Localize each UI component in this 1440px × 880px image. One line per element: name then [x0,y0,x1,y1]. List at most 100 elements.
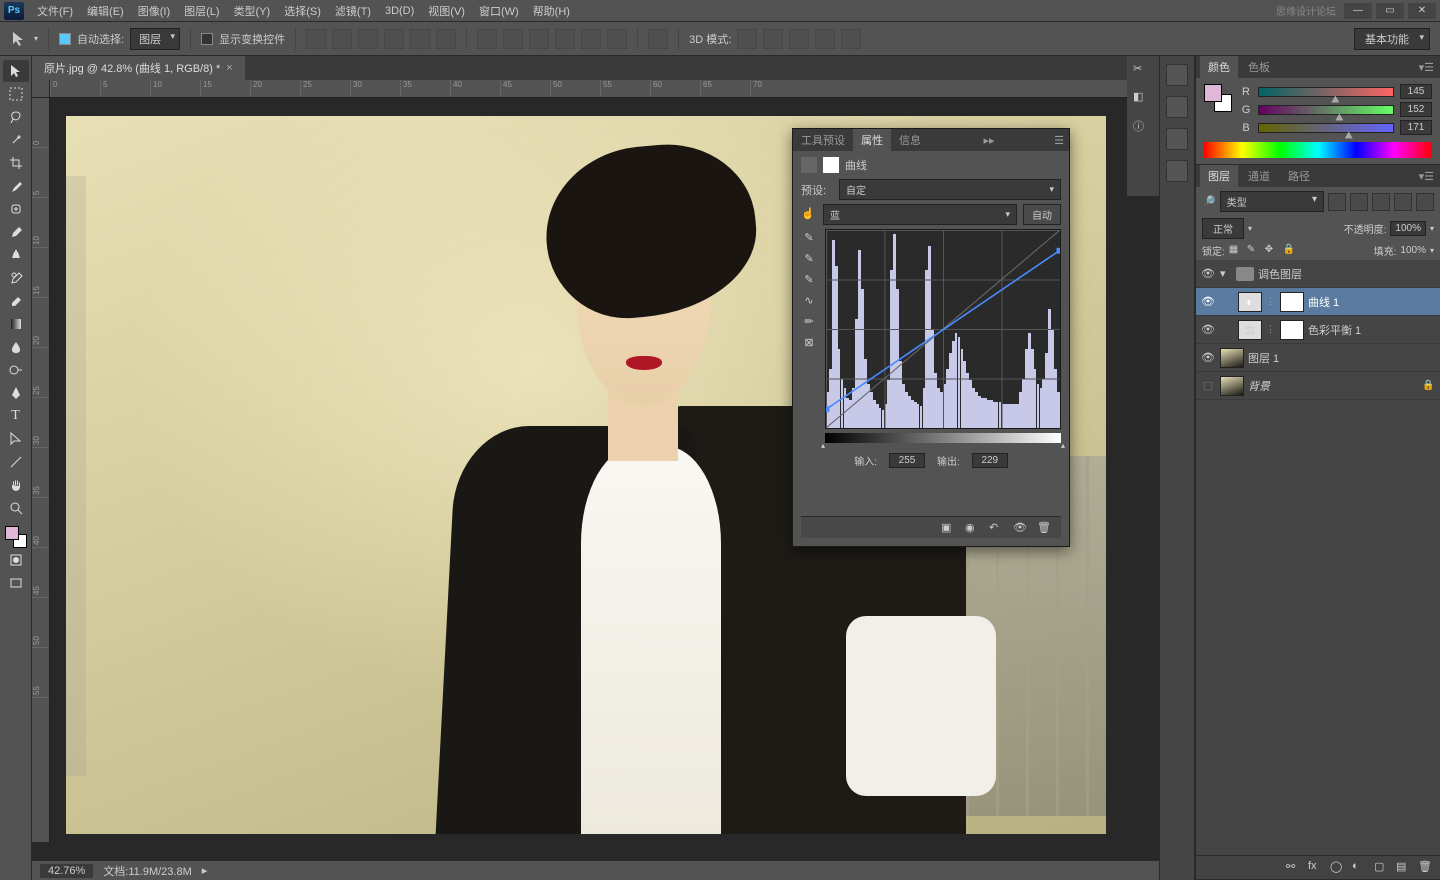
status-arrow-icon[interactable]: ▸ [202,864,208,877]
actions-panel-icon[interactable] [1166,96,1188,118]
zoom-value[interactable]: 42.76% [40,864,93,878]
lock-position-icon[interactable]: ✥ [1265,244,1279,258]
curve-point-icon[interactable]: ∿ [801,292,817,308]
dist-hmid-icon[interactable] [581,29,601,49]
filter-icon[interactable]: 🔎 [1202,195,1216,208]
blur-tool[interactable] [3,336,29,358]
move-tool[interactable] [3,60,29,82]
marquee-tool[interactable] [3,83,29,105]
document-tab[interactable]: 原片.jpg @ 42.8% (曲线 1, RGB/8) * × [32,56,245,80]
dist-vmid-icon[interactable] [503,29,523,49]
dropdown-icon[interactable]: ▾ [34,34,38,43]
tab-paths[interactable]: 路径 [1280,165,1318,187]
reset-icon[interactable]: ↶ [989,521,1005,535]
new-layer-icon[interactable]: ▤ [1396,860,1412,876]
color-swatch[interactable] [5,526,27,548]
layers-menu-icon[interactable]: ▾☰ [1413,170,1440,183]
blend-mode-select[interactable]: 正常 [1202,218,1244,239]
b-slider[interactable] [1258,123,1394,133]
eyedropper-tool[interactable] [3,175,29,197]
styles-icon[interactable]: ◧ [1133,90,1153,110]
auto-button[interactable]: 自动 [1023,204,1061,225]
hand-tool[interactable] [3,474,29,496]
link-icon[interactable]: ⋮ [1266,296,1276,307]
path-selection-tool[interactable] [3,428,29,450]
tab-info[interactable]: 信息 [891,129,929,151]
quickmask-tool[interactable] [3,549,29,571]
menu-filter[interactable]: 滤镜(T) [328,3,378,19]
layer-name[interactable]: 图层 1 [1248,350,1436,366]
lasso-tool[interactable] [3,106,29,128]
magic-wand-tool[interactable] [3,129,29,151]
panel-expand-icon[interactable]: ▸▸ [979,134,1000,147]
dist-bottom-icon[interactable] [529,29,549,49]
layer-fx-icon[interactable]: fx [1308,860,1324,876]
toggle-vis-icon[interactable]: 👁 [1013,521,1029,535]
clip-to-layer-icon[interactable]: ▣ [941,521,957,535]
tab-swatches[interactable]: 色板 [1240,56,1278,78]
history-panel-icon[interactable] [1166,64,1188,86]
new-group-icon[interactable]: ▢ [1374,860,1390,876]
layer-filter-select[interactable]: 类型▾ [1220,191,1324,212]
g-value[interactable]: 152 [1400,102,1432,117]
dist-right-icon[interactable] [607,29,627,49]
spectrum-picker[interactable] [1204,142,1432,158]
new-adjustment-icon[interactable]: ◐ [1352,860,1368,876]
dodge-tool[interactable] [3,359,29,381]
add-mask-icon[interactable]: ◯ [1330,860,1346,876]
preset-select[interactable]: 自定 [839,179,1061,200]
info-icon[interactable]: ⓘ [1133,118,1153,138]
lock-transparent-icon[interactable]: ▦ [1229,244,1243,258]
align-hmid-icon[interactable] [410,29,430,49]
visibility-icon[interactable]: ▢ [1200,379,1216,392]
r-slider[interactable] [1258,87,1394,97]
window-restore-icon[interactable]: ▭ [1376,3,1404,19]
line-tool[interactable] [3,451,29,473]
layer-group[interactable]: 👁 ▾ 调色图层 [1196,260,1440,288]
menu-help[interactable]: 帮助(H) [526,3,577,19]
visibility-icon[interactable]: 👁 [1200,323,1216,336]
adjustments-icon[interactable]: ✂ [1133,62,1153,82]
filter-adjust-icon[interactable] [1350,193,1368,211]
layer-name[interactable]: 调色图层 [1258,266,1436,282]
lock-pixels-icon[interactable]: ✎ [1247,244,1261,258]
menu-type[interactable]: 类型(Y) [227,3,278,19]
link-icon[interactable]: ⋮ [1266,324,1276,335]
healing-brush-tool[interactable] [3,198,29,220]
sample-white-icon[interactable]: ✎ [801,271,817,287]
visibility-icon[interactable]: 👁 [1200,267,1216,280]
history-brush-tool[interactable] [3,267,29,289]
panel-menu-icon[interactable]: ☰ [1049,134,1069,147]
curves-graph[interactable] [825,229,1061,429]
align-vmid-icon[interactable] [332,29,352,49]
g-slider[interactable] [1258,105,1394,115]
workspace-select[interactable]: 基本功能 [1354,28,1430,50]
filter-pixel-icon[interactable] [1328,193,1346,211]
menu-image[interactable]: 图像(I) [131,3,177,19]
filter-type-icon[interactable] [1372,193,1390,211]
dist-left-icon[interactable] [555,29,575,49]
layer-colorbalance[interactable]: 👁 ⚖ ⋮ 色彩平衡 1 [1196,316,1440,344]
type-tool[interactable]: T [3,405,29,427]
fill-value[interactable]: 100% [1400,245,1426,256]
visibility-icon[interactable]: 👁 [1200,295,1216,308]
menu-3d[interactable]: 3D(D) [378,5,421,17]
align-left-icon[interactable] [384,29,404,49]
gradient-tool[interactable] [3,313,29,335]
crop-tool[interactable] [3,152,29,174]
3d-roll-icon[interactable] [763,29,783,49]
auto-select-checkbox[interactable] [59,33,71,45]
layer-name[interactable]: 曲线 1 [1308,294,1436,310]
dist-top-icon[interactable] [477,29,497,49]
layer-name[interactable]: 背景 [1248,378,1418,394]
show-transform-checkbox[interactable] [201,33,213,45]
curve-draw-icon[interactable]: ✏ [801,313,817,329]
brushes-panel-icon[interactable] [1166,128,1188,150]
layer-mask-thumb[interactable] [1280,292,1304,312]
clip-icon[interactable]: ⊠ [801,334,817,350]
zoom-tool[interactable] [3,497,29,519]
sample-black-icon[interactable]: ✎ [801,229,817,245]
b-value[interactable]: 171 [1400,120,1432,135]
panel-menu-icon[interactable]: ▾☰ [1413,61,1440,74]
layer-mask-thumb[interactable] [1280,320,1304,340]
